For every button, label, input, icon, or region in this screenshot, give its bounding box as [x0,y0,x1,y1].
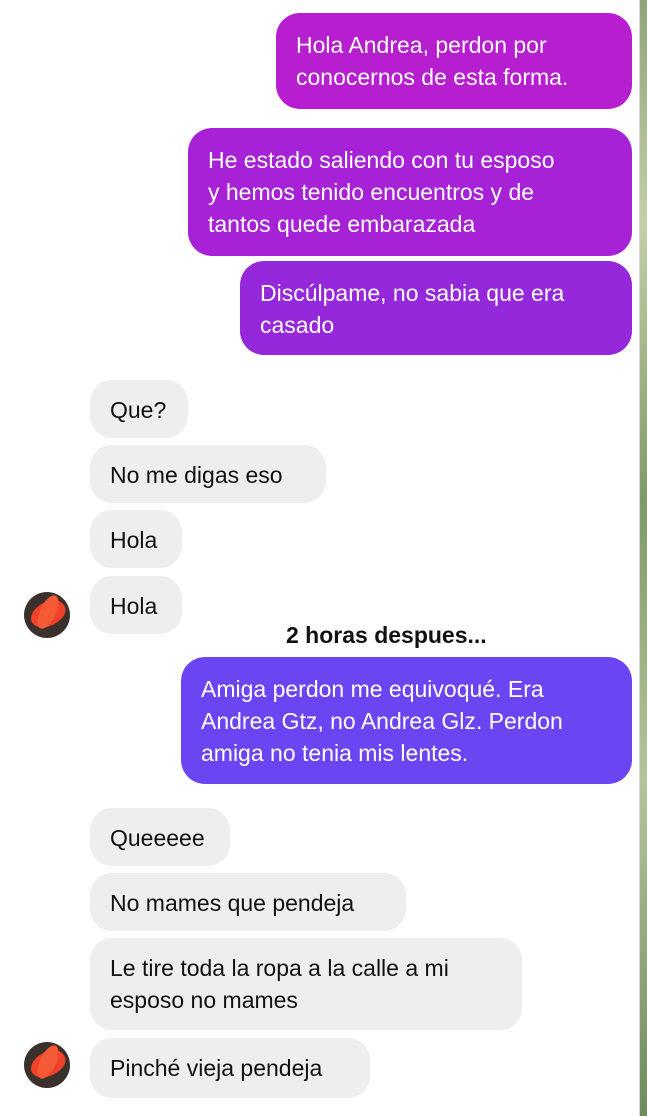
sent-message-1[interactable]: Hola Andrea, perdon por conocernos de es… [276,13,632,109]
sent-message-2[interactable]: He estado saliendo con tu esposo y hemos… [188,128,632,256]
received-message-4[interactable]: Hola [90,576,182,634]
received-message-2[interactable]: No me digas eso [90,445,326,503]
received-message-6[interactable]: No mames que pendeja [90,873,406,931]
received-message-3[interactable]: Hola [90,510,182,568]
received-message-8[interactable]: Pinché vieja pendeja [90,1038,370,1098]
sent-message-4[interactable]: Amiga perdon me equivoqué. Era Andrea Gt… [181,657,632,784]
sent-message-3[interactable]: Discúlpame, no sabia que era casado [240,261,632,355]
received-message-5[interactable]: Queeeee [90,808,230,866]
screen-edge-strip [640,0,647,1116]
timestamp-label: 2 horas despues... [286,622,487,648]
received-message-1[interactable]: Que? [90,380,188,438]
contact-avatar-icon[interactable] [24,592,70,638]
received-message-7[interactable]: Le tire toda la ropa a la calle a mi esp… [90,938,522,1030]
contact-avatar-icon[interactable] [24,1042,70,1088]
